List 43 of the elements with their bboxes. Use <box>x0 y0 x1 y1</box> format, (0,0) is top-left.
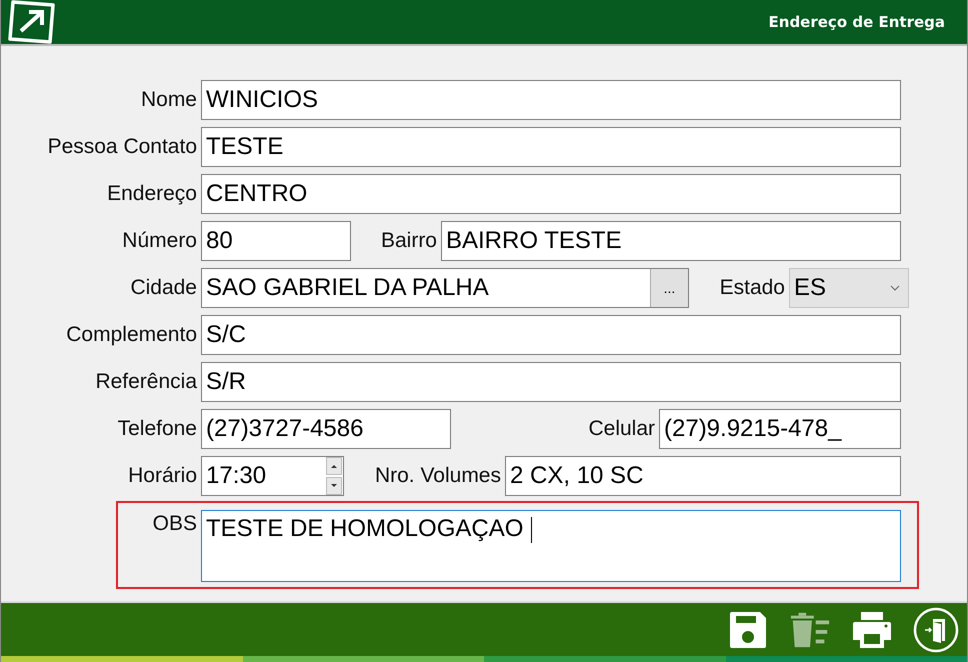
field-label: Nome <box>140 87 197 113</box>
save-button[interactable] <box>727 610 769 650</box>
text-field[interactable]: WINICIOS <box>201 80 901 120</box>
lookup-button[interactable]: ... <box>650 269 688 307</box>
text-field[interactable]: S/C <box>201 315 901 355</box>
field-label: Telefone <box>116 416 197 442</box>
text-field[interactable]: 80 <box>201 221 351 261</box>
caret-down-icon <box>331 484 337 488</box>
spin-up-button[interactable] <box>326 457 342 475</box>
notes-field[interactable]: TESTE DE HOMOLOGAÇAO <box>201 510 901 582</box>
text-field[interactable]: BAIRRO TESTE <box>441 221 901 261</box>
lookup-field[interactable]: SAO GABRIEL DA PALHA ... <box>201 268 689 308</box>
print-button[interactable] <box>851 610 893 650</box>
field-label: Horário <box>127 463 197 489</box>
field-label: Cidade <box>129 275 197 301</box>
text-field[interactable]: S/R <box>201 362 901 402</box>
field-label: Bairro <box>380 228 437 254</box>
exit-button[interactable] <box>913 606 959 652</box>
spin-down-button[interactable] <box>326 477 342 495</box>
field-label: Endereço <box>106 181 197 207</box>
text-field[interactable]: CENTRO <box>201 174 901 214</box>
window-title: Endereço de Entrega <box>768 13 945 31</box>
state-dropdown[interactable]: ES <box>789 268 909 308</box>
printer-icon <box>851 610 893 650</box>
field-label: Celular <box>587 416 655 442</box>
field-label: Pessoa Contato <box>46 134 197 160</box>
field-label: Referência <box>94 369 197 395</box>
text-field[interactable]: (27)9.9215-478_ <box>659 409 901 449</box>
field-label: Estado <box>718 275 785 301</box>
field-label: OBS <box>152 511 197 537</box>
field-label: Complemento <box>65 322 197 348</box>
field-label: Nro. Volumes <box>374 463 501 489</box>
field-value: TESTE DE HOMOLOGAÇAO <box>206 515 524 543</box>
chevron-down-icon <box>890 285 900 291</box>
text-field[interactable]: 2 CX, 10 SC <box>505 456 901 496</box>
logo-icon <box>7 0 57 45</box>
text-field[interactable]: (27)3727-4586 <box>201 409 451 449</box>
text-field[interactable]: TESTE <box>201 127 901 167</box>
field-value: SAO GABRIEL DA PALHA <box>206 274 489 302</box>
caret-up-icon <box>331 464 337 468</box>
exit-door-icon <box>913 606 959 652</box>
time-spinner[interactable]: 17:30 <box>201 456 344 496</box>
field-label: Número <box>121 228 197 254</box>
